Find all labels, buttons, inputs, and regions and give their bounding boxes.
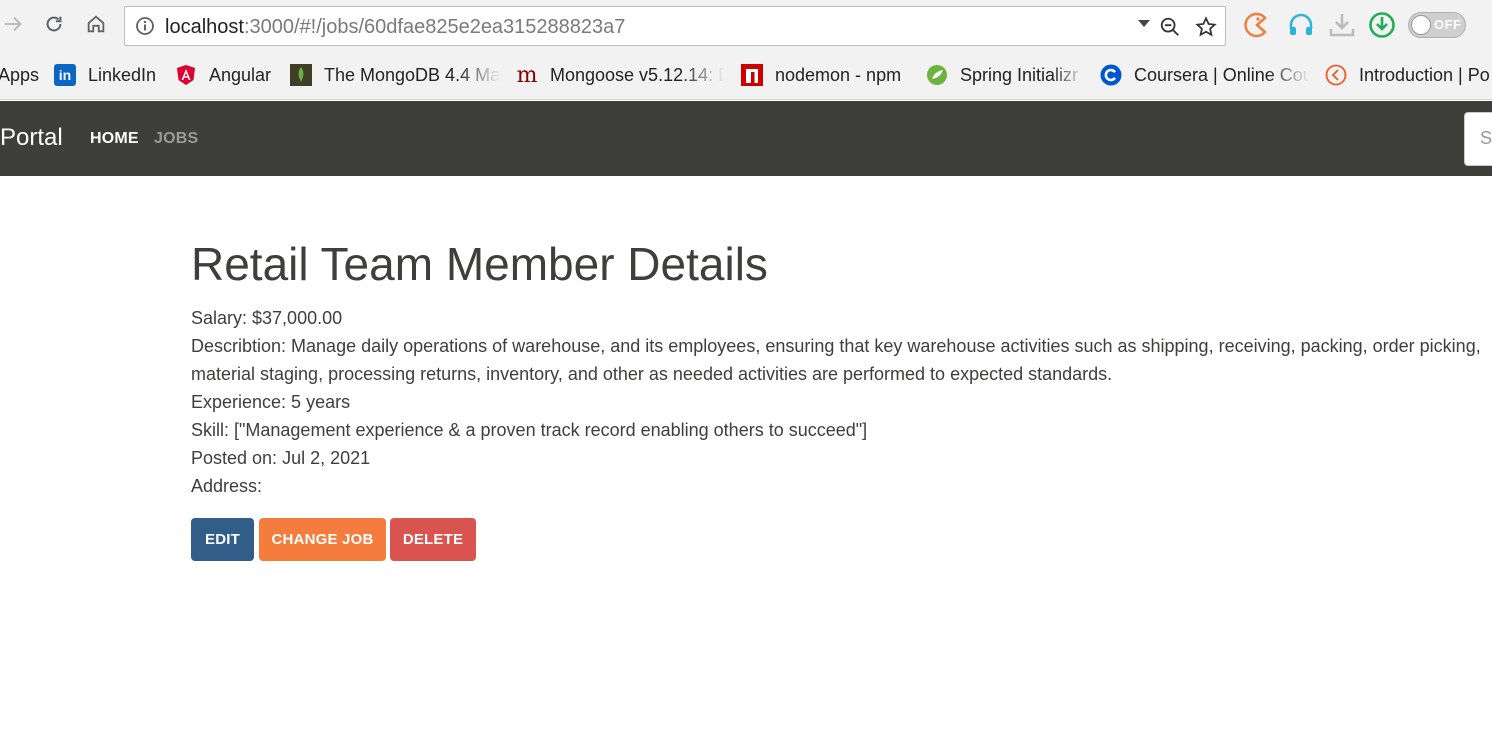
angular-icon bbox=[177, 65, 195, 85]
npm-icon bbox=[741, 64, 763, 86]
bookmark-mongodb[interactable]: The MongoDB 4.4 Ma bbox=[290, 62, 500, 88]
bookmark-spring[interactable]: Spring Initializr bbox=[926, 62, 1084, 88]
bookmark-label: The MongoDB 4.4 Ma bbox=[324, 64, 500, 85]
job-skill: Skill: ["Management experience & a prove… bbox=[191, 420, 868, 440]
bookmark-label: Apps bbox=[0, 64, 40, 85]
job-details: Retail Team Member Details Salary: $37,0… bbox=[191, 236, 1491, 500]
toggle-knob bbox=[1411, 15, 1431, 35]
url-host: localhost bbox=[165, 16, 244, 38]
bookmark-mongoose[interactable]: m Mongoose v5.12.14: D bbox=[516, 62, 724, 88]
job-description: Describtion: Manage daily operations of … bbox=[191, 336, 1481, 384]
job-address: Address: bbox=[191, 476, 263, 496]
bookmark-star-icon[interactable] bbox=[1195, 16, 1217, 38]
bookmark-nodemon[interactable]: nodemon - npm bbox=[741, 62, 901, 88]
toggle-label: OFF bbox=[1434, 17, 1462, 32]
bookmark-angular[interactable]: Angular bbox=[175, 62, 271, 88]
delete-button[interactable]: DELETE bbox=[390, 518, 476, 561]
postman-icon bbox=[1325, 64, 1347, 86]
job-experience: Experience: 5 years bbox=[191, 392, 351, 412]
reload-icon[interactable] bbox=[40, 10, 68, 38]
browser-toolbar: localhost:3000/#!/jobs/60dfae825e2ea3152… bbox=[0, 0, 1492, 52]
job-salary: Salary: $37,000.00 bbox=[191, 308, 343, 328]
bookmark-label: Angular bbox=[209, 64, 272, 85]
page-title: Retail Team Member Details bbox=[191, 238, 768, 290]
bookmark-linkedin[interactable]: in LinkedIn bbox=[54, 62, 156, 88]
search-input[interactable]: S bbox=[1464, 112, 1492, 166]
extension-download-icon[interactable] bbox=[1328, 11, 1356, 39]
home-icon[interactable] bbox=[82, 10, 110, 38]
linkedin-icon: in bbox=[54, 64, 76, 86]
change-job-button[interactable]: CHANGE JOB bbox=[259, 518, 386, 561]
app-navbar: Portal HOME JOBS S bbox=[0, 101, 1492, 176]
bookmark-label: nodemon - npm bbox=[775, 64, 902, 85]
mongodb-icon bbox=[290, 64, 312, 86]
spring-icon bbox=[927, 65, 947, 85]
url-path: :3000/#!/jobs/60dfae825e2ea315288823a7 bbox=[243, 16, 626, 38]
nav-home-link[interactable]: HOME bbox=[90, 130, 139, 148]
address-bar[interactable]: localhost:3000/#!/jobs/60dfae825e2ea3152… bbox=[124, 6, 1226, 46]
bookmark-postman[interactable]: Introduction | Po bbox=[1325, 62, 1492, 88]
extension-off-toggle[interactable]: OFF bbox=[1408, 12, 1466, 38]
bookmark-label: Spring Initializr bbox=[960, 64, 1079, 85]
bookmark-label: Introduction | Po bbox=[1359, 64, 1490, 85]
bookmarks-bar: Apps in LinkedIn Angular The MongoDB 4.4… bbox=[0, 52, 1492, 100]
navbar-brand[interactable]: Portal bbox=[0, 124, 63, 152]
url-text[interactable]: localhost:3000/#!/jobs/60dfae825e2ea3152… bbox=[165, 16, 625, 38]
dropdown-caret-icon[interactable] bbox=[1137, 19, 1151, 29]
nav-jobs-link[interactable]: JOBS bbox=[154, 130, 198, 148]
bookmark-label: Coursera | Online Cou bbox=[1134, 64, 1310, 85]
coursera-icon bbox=[1100, 64, 1122, 86]
bookmark-apps[interactable]: Apps bbox=[0, 62, 42, 88]
info-icon[interactable] bbox=[135, 16, 155, 36]
search-placeholder: S bbox=[1480, 128, 1492, 148]
bookmark-coursera[interactable]: Coursera | Online Cou bbox=[1100, 62, 1310, 88]
zoom-icon[interactable] bbox=[1159, 16, 1181, 38]
mongoose-icon: m bbox=[516, 62, 538, 88]
job-posted-date: Posted on: Jul 2, 2021 bbox=[191, 448, 371, 468]
extension-headphones-icon[interactable] bbox=[1287, 11, 1315, 39]
extension-green-download-icon[interactable] bbox=[1368, 11, 1396, 39]
bookmark-label: LinkedIn bbox=[88, 64, 157, 85]
extension-pacman-icon[interactable] bbox=[1243, 11, 1271, 39]
forward-arrow-icon[interactable] bbox=[0, 10, 28, 38]
edit-button[interactable]: EDIT bbox=[191, 518, 254, 561]
bookmark-label: Mongoose v5.12.14: D bbox=[550, 64, 724, 85]
